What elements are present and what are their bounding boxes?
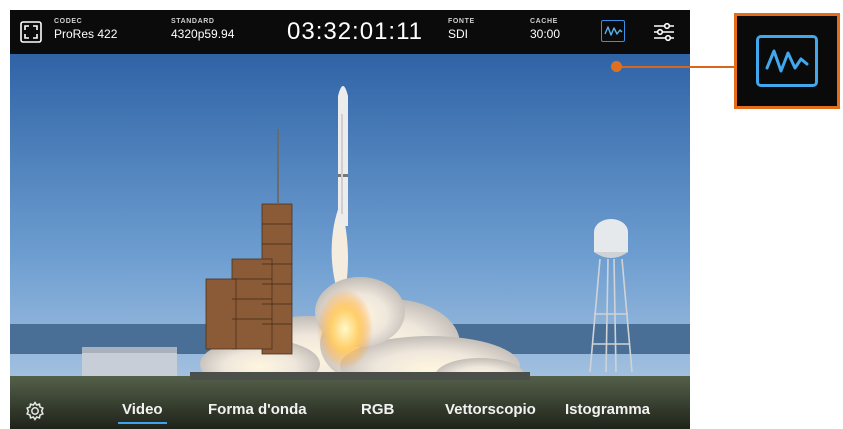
fullscreen-button[interactable] xyxy=(20,21,42,43)
bottom-tab-bar: Video Forma d'onda RGB Vettorscopio Isto… xyxy=(10,394,690,429)
callout-dot xyxy=(611,61,622,72)
source-value: SDI xyxy=(448,27,469,41)
scopes-button[interactable] xyxy=(601,20,625,42)
cache-readout[interactable]: CACHE 30:00 xyxy=(530,18,560,41)
sliders-icon xyxy=(654,22,674,42)
tab-rgb[interactable]: RGB xyxy=(361,401,394,418)
callout-box xyxy=(734,13,840,109)
timecode-display: 03:32:01:11 xyxy=(287,18,424,45)
tab-waveform[interactable]: Forma d'onda xyxy=(208,401,307,418)
video-image xyxy=(10,54,690,429)
codec-value: ProRes 422 xyxy=(54,27,118,41)
tab-vectorscope[interactable]: Vettorscopio xyxy=(445,401,536,418)
tab-video[interactable]: Video xyxy=(118,401,167,424)
settings-gear-button[interactable] xyxy=(24,400,46,422)
callout-waveform-button xyxy=(756,35,818,87)
codec-readout[interactable]: CODEC ProRes 422 xyxy=(54,18,117,41)
source-label: FONTE xyxy=(448,18,475,25)
tab-histogram[interactable]: Istogramma xyxy=(565,401,650,418)
settings-button[interactable] xyxy=(653,21,675,43)
fullscreen-icon xyxy=(20,21,42,43)
source-readout[interactable]: FONTE SDI xyxy=(448,18,475,41)
callout-line xyxy=(616,66,735,68)
standard-readout[interactable]: STANDARD 4320p59.94 xyxy=(171,18,234,41)
waveform-icon xyxy=(604,26,623,36)
top-status-bar: CODEC ProRes 422 STANDARD 4320p59.94 03:… xyxy=(10,10,690,54)
cache-value: 30:00 xyxy=(530,27,561,41)
standard-label: STANDARD xyxy=(171,18,215,25)
cache-label: CACHE xyxy=(530,18,558,25)
monitor-screen: CODEC ProRes 422 STANDARD 4320p59.94 03:… xyxy=(10,10,690,429)
standard-value: 4320p59.94 xyxy=(171,27,235,41)
waveform-icon xyxy=(765,49,809,73)
gear-icon xyxy=(26,401,44,421)
codec-label: CODEC xyxy=(54,18,83,25)
